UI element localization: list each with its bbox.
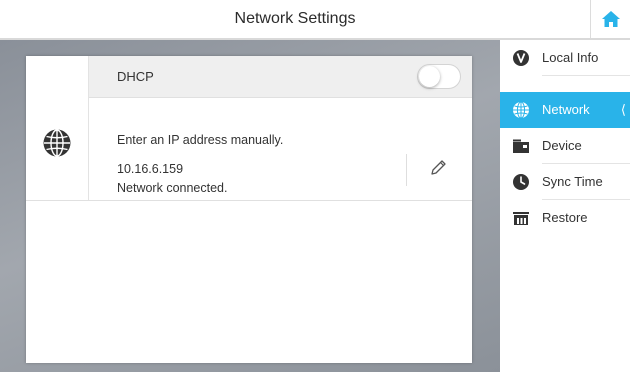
home-icon (601, 11, 620, 27)
chevron-left-icon: ⟨ (620, 102, 626, 117)
globe-icon (513, 101, 529, 119)
home-button[interactable] (591, 0, 630, 38)
info-icon (513, 50, 529, 66)
card-divider (26, 200, 472, 201)
device-icon (513, 139, 529, 153)
sidebar-separator (542, 75, 630, 76)
sidebar-item-label: Sync Time (542, 174, 603, 189)
edit-ip-button[interactable] (426, 156, 450, 180)
sidebar-item-local-info[interactable]: Local Info (500, 40, 630, 76)
globe-icon (43, 129, 71, 157)
sidebar-item-sync-time[interactable]: Sync Time (500, 164, 630, 200)
dhcp-row: DHCP (89, 56, 472, 98)
restore-icon (513, 212, 529, 225)
content-area: DHCP Enter an IP address manually. 10.16… (0, 40, 500, 372)
edit-separator (406, 154, 407, 186)
network-status: Network connected. (117, 181, 228, 195)
settings-sidebar: Local Info Network ⟨ Device Sync Time Re… (500, 40, 630, 372)
ip-address-value: 10.16.6.159 (117, 162, 184, 176)
sidebar-item-label: Network (542, 102, 590, 117)
dhcp-label: DHCP (117, 69, 154, 84)
toggle-knob (419, 66, 440, 87)
network-card: DHCP Enter an IP address manually. 10.16… (26, 56, 472, 363)
sidebar-item-label: Restore (542, 210, 588, 225)
manual-ip-label: Enter an IP address manually. (117, 133, 284, 147)
sidebar-item-label: Local Info (542, 50, 599, 65)
network-icon-column (26, 56, 89, 200)
pencil-icon (431, 160, 446, 175)
dhcp-toggle[interactable] (417, 64, 461, 89)
sidebar-item-restore[interactable]: Restore (500, 200, 630, 236)
sidebar-item-network[interactable]: Network ⟨ (500, 92, 630, 128)
sidebar-item-device[interactable]: Device (500, 128, 630, 164)
sidebar-item-label: Device (542, 138, 582, 153)
page-title: Network Settings (234, 10, 356, 27)
clock-icon (513, 174, 529, 190)
title-bar: Network Settings (0, 0, 630, 40)
